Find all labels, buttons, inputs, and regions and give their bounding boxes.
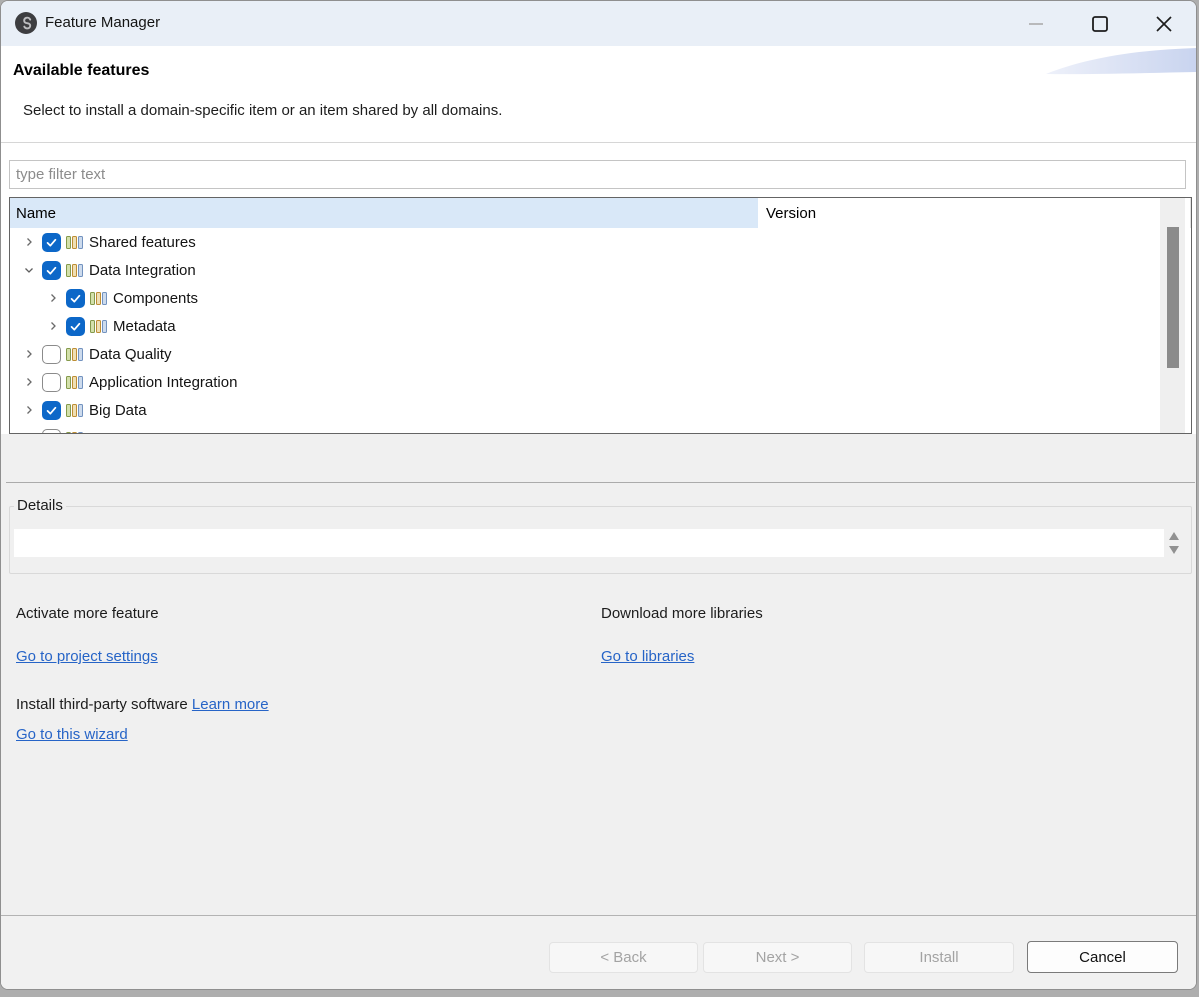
tree-row-big-data[interactable]: Big Data — [10, 396, 1160, 424]
button-bar: < Back Next > Install Cancel — [1, 915, 1196, 990]
feature-manager-window: Feature Manager — [0, 0, 1197, 990]
tree-item-label: Data Quality — [89, 346, 172, 363]
details-label: Details — [14, 497, 66, 515]
details-spinner[interactable] — [1168, 532, 1180, 554]
install-third-party-row: Install third-party software Learn more — [16, 696, 269, 713]
minimize-icon — [1024, 12, 1048, 36]
feature-checkbox-shared-features[interactable] — [42, 233, 61, 252]
chevron-right-icon — [47, 320, 59, 332]
column-header-version[interactable]: Version — [758, 198, 1191, 228]
feature-checkbox-components[interactable] — [66, 289, 85, 308]
window-titlebar[interactable]: Feature Manager — [1, 1, 1196, 46]
scrollbar-thumb[interactable] — [1167, 227, 1179, 368]
feature-checkbox-metadata[interactable] — [66, 317, 85, 336]
activate-more-feature-label: Activate more feature — [16, 605, 159, 622]
feature-icon — [66, 404, 83, 417]
expand-toggle-collapsed[interactable] — [18, 228, 42, 256]
feature-icon — [66, 348, 83, 361]
chevron-right-icon — [23, 236, 35, 248]
next-button[interactable]: Next > — [703, 942, 852, 973]
details-field[interactable] — [14, 529, 1164, 557]
section-divider — [6, 482, 1195, 483]
feature-checkbox-data-quality[interactable] — [42, 345, 61, 364]
chevron-down-icon — [23, 264, 35, 276]
window-title: Feature Manager — [45, 14, 160, 31]
tree-item-label: Shared features — [89, 234, 196, 251]
tree-row-data-quality[interactable]: Data Quality — [10, 340, 1160, 368]
tree-item-label: Metadata — [113, 318, 176, 335]
tree-row-components[interactable]: Components — [34, 284, 1160, 312]
tree-row-metadata[interactable]: Metadata — [34, 312, 1160, 340]
feature-checkbox-application-integration[interactable] — [42, 373, 61, 392]
go-to-libraries-link[interactable]: Go to libraries — [601, 648, 694, 665]
minimize-button[interactable] — [1004, 1, 1068, 46]
tree-row-shared-features[interactable]: Shared features — [10, 228, 1160, 256]
chevron-right-icon — [23, 348, 35, 360]
install-button[interactable]: Install — [864, 942, 1014, 973]
go-to-project-settings-link[interactable]: Go to project settings — [16, 648, 158, 665]
expand-toggle-collapsed[interactable] — [18, 340, 42, 368]
tree-item-label: Big Data — [89, 402, 147, 419]
expand-toggle-collapsed[interactable] — [18, 368, 42, 396]
table-header: Name Version — [10, 198, 1191, 228]
page-title: Available features — [13, 62, 149, 80]
spinner-down-icon[interactable] — [1169, 546, 1179, 554]
checkmark-icon — [68, 291, 83, 306]
feature-icon — [90, 292, 107, 305]
banner-swoosh-decoration — [1046, 46, 1196, 80]
maximize-button[interactable] — [1068, 1, 1132, 46]
checkmark-icon — [68, 319, 83, 334]
tree-row-data-integration[interactable]: Data Integration — [10, 256, 1160, 284]
checkmark-icon — [44, 403, 59, 418]
feature-icon — [66, 236, 83, 249]
checkmark-icon — [44, 235, 59, 250]
lower-section: Details Activate more feature Go to proj… — [1, 434, 1196, 915]
checkmark-icon — [44, 263, 59, 278]
tree-row-data-mapper[interactable]: Data Mapper — [10, 424, 1160, 434]
page-subtitle: Select to install a domain-specific item… — [23, 102, 502, 119]
wizard-header: Available features Select to install a d… — [1, 46, 1196, 143]
download-more-libraries-label: Download more libraries — [601, 605, 763, 622]
spinner-up-icon[interactable] — [1169, 532, 1179, 540]
expand-toggle-collapsed[interactable] — [18, 396, 42, 424]
learn-more-link[interactable]: Learn more — [192, 696, 269, 713]
tree-item-label: Application Integration — [89, 374, 237, 391]
expand-toggle-expanded[interactable] — [18, 256, 42, 284]
feature-tree: Shared features Data Integration Component… — [10, 228, 1160, 434]
filter-input[interactable] — [9, 160, 1186, 189]
feature-checkbox-data-integration[interactable] — [42, 261, 61, 280]
cancel-button[interactable]: Cancel — [1027, 941, 1178, 973]
expand-toggle-collapsed[interactable] — [42, 312, 66, 340]
expand-toggle-collapsed[interactable] — [18, 424, 42, 434]
back-button[interactable]: < Back — [549, 942, 698, 973]
close-icon — [1152, 12, 1176, 36]
feature-icon — [66, 376, 83, 389]
column-header-name[interactable]: Name — [10, 198, 758, 228]
app-icon — [14, 11, 38, 35]
close-button[interactable] — [1132, 1, 1196, 46]
maximize-icon — [1088, 12, 1112, 36]
feature-table: Name Version Shared features Data Integra… — [9, 197, 1192, 434]
install-third-party-label: Install third-party software — [16, 696, 188, 713]
feature-icon — [66, 264, 83, 277]
feature-icon — [90, 320, 107, 333]
tree-row-application-integration[interactable]: Application Integration — [10, 368, 1160, 396]
tree-item-label: Data Integration — [89, 262, 196, 279]
feature-selection-area: Name Version Shared features Data Integra… — [1, 144, 1196, 434]
vertical-scrollbar[interactable] — [1160, 198, 1185, 433]
go-to-this-wizard-link[interactable]: Go to this wizard — [16, 726, 128, 743]
chevron-right-icon — [23, 404, 35, 416]
tree-item-label: Components — [113, 290, 198, 307]
feature-checkbox-big-data[interactable] — [42, 401, 61, 420]
chevron-right-icon — [47, 292, 59, 304]
chevron-right-icon — [23, 376, 35, 388]
expand-toggle-collapsed[interactable] — [42, 284, 66, 312]
